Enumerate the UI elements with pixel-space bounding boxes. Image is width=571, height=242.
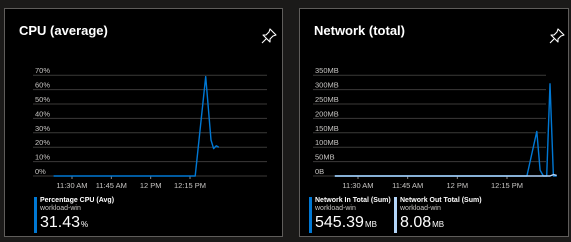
legend-value: 31.43% — [40, 214, 88, 232]
legend-color-bar — [309, 197, 312, 233]
legend-value-unit: MB — [364, 220, 377, 229]
y-tick-label: 60% — [35, 81, 50, 90]
network-tile[interactable]: Network (total) 350MB 300MB 250MB 200MB 150M… — [299, 8, 569, 237]
y-tick-label: 0% — [35, 167, 46, 176]
legend-value: 8.08MB — [400, 214, 444, 232]
y-tick-label: 20% — [35, 138, 50, 147]
y-tick-label: 100MB — [315, 138, 339, 147]
x-tick-label: 12 PM — [446, 181, 468, 190]
legend-resource-name: workload-win — [40, 205, 81, 212]
legend-value: 545.39MB — [315, 214, 377, 232]
y-tick-label: 70% — [35, 66, 50, 75]
legend-item[interactable]: Network Out Total (Sum) workload-win 8.08M… — [394, 197, 482, 233]
legend-value-unit: % — [81, 220, 89, 229]
y-tick-label: 0B — [315, 167, 324, 176]
y-tick-label: 250MB — [315, 95, 339, 104]
legend-value-number: 31.43 — [40, 214, 81, 231]
y-tick-label: 30% — [35, 124, 50, 133]
legend-resource-name: workload-win — [315, 205, 356, 212]
x-tick-label: 11:45 AM — [392, 181, 423, 190]
y-tick-label: 50% — [35, 95, 50, 104]
cpu-tile[interactable]: CPU (average) 70% 60% 50% 40% 30% 20% 10% 0% 11:… — [4, 8, 283, 237]
y-tick-label: 10% — [35, 153, 50, 162]
x-tick-label: 11:45 AM — [96, 181, 127, 190]
legend-resource-name: workload-win — [400, 205, 441, 212]
y-tick-label: 40% — [35, 109, 50, 118]
legend-series-name: Network In Total (Sum) — [315, 197, 391, 204]
x-tick-label: 12:15 PM — [491, 181, 523, 190]
series-line-1 — [334, 83, 557, 177]
legend-value-number: 545.39 — [315, 214, 364, 231]
series-line-2 — [334, 173, 557, 177]
y-tick-label: 200MB — [315, 109, 339, 118]
legend-color-bar — [34, 197, 37, 233]
x-tick-label: 11:30 AM — [342, 181, 373, 190]
y-tick-label: 150MB — [315, 124, 339, 133]
legend-item[interactable]: Network In Total (Sum) workload-win 545.39… — [309, 197, 391, 233]
legend-value-number: 8.08 — [400, 214, 432, 231]
y-tick-label: 50MB — [315, 153, 335, 162]
legend-series-name: Percentage CPU (Avg) — [40, 197, 115, 204]
legend-item[interactable]: Percentage CPU (Avg) workload-win 31.43% — [34, 197, 130, 233]
legend-value-unit: MB — [432, 220, 445, 229]
x-tick-label: 11:30 AM — [56, 181, 87, 190]
legend-color-bar — [394, 197, 397, 233]
y-tick-label: 350MB — [315, 66, 339, 75]
x-tick-label: 12:15 PM — [174, 181, 206, 190]
series-line-1 — [53, 75, 220, 177]
legend-series-name: Network Out Total (Sum) — [400, 197, 482, 204]
y-tick-label: 300MB — [315, 81, 339, 90]
x-tick-label: 12 PM — [140, 181, 162, 190]
